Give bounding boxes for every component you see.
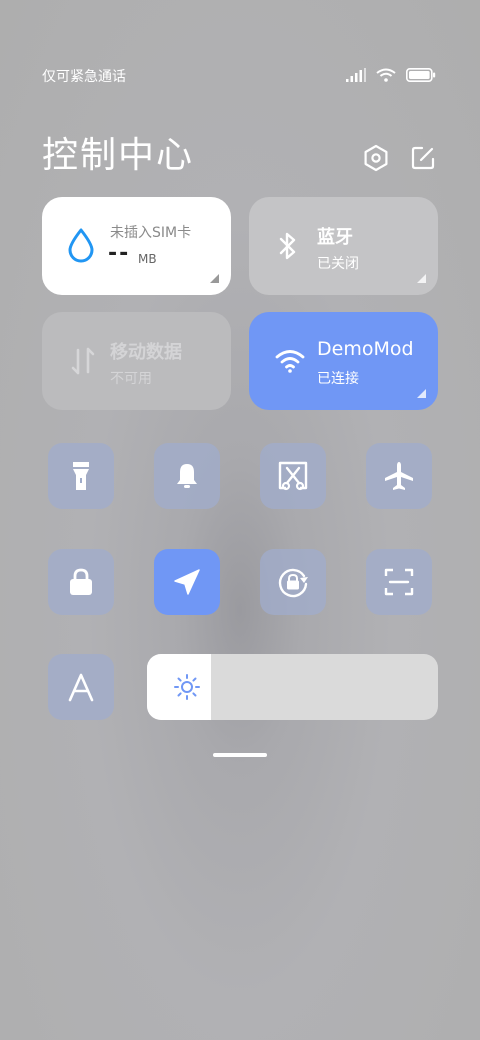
data-arrows-icon [71, 347, 95, 375]
brightness-slider[interactable] [147, 654, 438, 720]
mobile-data-tile[interactable]: 移动数据 不可用 [42, 312, 231, 410]
lock-screen-toggle[interactable] [48, 549, 114, 615]
rotation-lock-icon [278, 568, 308, 598]
wifi-tile[interactable]: DemoMod 已连接 [249, 312, 438, 410]
status-bar: 仅可紧急通话 [42, 64, 436, 88]
expand-corner-icon [417, 274, 426, 283]
sim-status-label: 未插入SIM卡 [110, 225, 192, 241]
page-title: 控制中心 [42, 135, 195, 176]
wifi-status: 已连接 [317, 371, 359, 387]
status-icons [346, 68, 436, 82]
wifi-status-icon [376, 68, 396, 82]
location-arrow-icon [174, 569, 200, 595]
font-a-icon [68, 673, 94, 702]
home-indicator[interactable] [213, 753, 267, 757]
mobile-data-status: 不可用 [110, 371, 152, 387]
wifi-icon [275, 350, 305, 373]
data-usage-unit: MB [138, 252, 157, 266]
edit-icon[interactable] [409, 144, 437, 172]
bell-icon [177, 464, 197, 488]
scan-icon [384, 568, 414, 596]
screenshot-toggle[interactable] [260, 443, 326, 509]
expand-corner-icon [210, 274, 219, 283]
airplane-toggle[interactable] [366, 443, 432, 509]
bluetooth-label: 蓝牙 [317, 227, 353, 248]
bluetooth-icon [279, 232, 296, 260]
scanner-toggle[interactable] [366, 549, 432, 615]
wifi-network-name: DemoMod [317, 338, 414, 360]
mobile-data-label: 移动数据 [110, 342, 182, 363]
bluetooth-tile[interactable]: 蓝牙 已关闭 [249, 197, 438, 295]
lock-icon [70, 568, 92, 595]
data-usage-value: -- [108, 241, 131, 266]
rotation-lock-toggle[interactable] [260, 549, 326, 615]
airplane-icon [385, 462, 413, 490]
signal-icon [346, 68, 366, 82]
silent-toggle[interactable] [154, 443, 220, 509]
sun-icon [174, 674, 200, 700]
carrier-label: 仅可紧急通话 [42, 69, 126, 85]
bluetooth-status: 已关闭 [317, 256, 359, 272]
flashlight-icon [73, 462, 89, 490]
font-size-toggle[interactable] [48, 654, 114, 720]
expand-corner-icon [417, 389, 426, 398]
battery-icon [406, 68, 436, 82]
screenshot-scissors-icon [278, 461, 308, 491]
location-toggle[interactable] [154, 549, 220, 615]
data-usage-tile[interactable]: 未插入SIM卡 -- MB [42, 197, 231, 295]
flashlight-toggle[interactable] [48, 443, 114, 509]
water-drop-icon [68, 228, 94, 263]
settings-hexagon-icon[interactable] [362, 144, 390, 172]
